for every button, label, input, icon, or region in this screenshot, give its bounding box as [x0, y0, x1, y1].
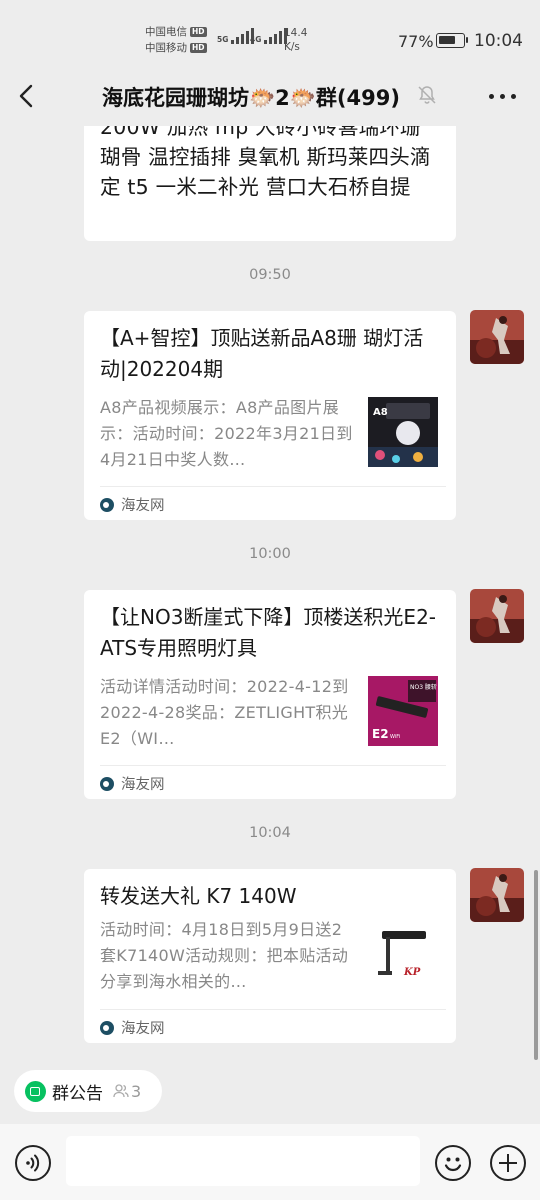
battery-percent: 77%: [398, 32, 434, 51]
timestamp: 10:04: [249, 825, 291, 841]
member-count: 3: [131, 1081, 142, 1101]
source-name: 海友网: [121, 1021, 165, 1037]
timestamp: 09:50: [249, 267, 291, 283]
avatar[interactable]: [470, 310, 524, 364]
chat-title[interactable]: 海底花园珊瑚坊🐡2🐡群(499): [102, 82, 400, 112]
card-divider: [100, 765, 446, 766]
card-description: 活动时间：4月18日到5月9日送2套K7140W活动规则：把本贴活动分享到海水相…: [100, 920, 349, 991]
hd-badge: HD: [190, 43, 207, 53]
avatar[interactable]: [470, 868, 524, 922]
card-source: 海友网: [100, 1017, 165, 1038]
message-bubble[interactable]: 200W 加热 mp 大砖小砖喜瑞环珊瑚骨 温控插排 臭氧机 斯玛莱四头滴定 t…: [84, 126, 456, 241]
source-name: 海友网: [121, 498, 165, 514]
carrier-1: 中国电信: [145, 26, 187, 38]
scrollbar[interactable]: [534, 870, 538, 1060]
link-card[interactable]: 转发送大礼 K7 140W 活动时间：4月18日到5月9日送2套K7140W活动…: [84, 869, 456, 1043]
status-bar: 中国电信 HD 中国移动 HD 5G 4G 14.4 K/s 77% 10:04: [0, 0, 540, 68]
carrier-2: 中国移动: [145, 42, 187, 54]
source-name: 海友网: [121, 777, 165, 793]
source-logo-icon: [100, 497, 114, 512]
group-notice-label: 群公告: [52, 1083, 103, 1104]
bell-off-icon: [416, 84, 438, 106]
card-source: 海友网: [100, 773, 165, 794]
message-input[interactable]: [66, 1136, 420, 1186]
card-thumbnail: KP: [368, 919, 438, 989]
signal-4g-icon: 4G: [250, 28, 288, 44]
svg-text:E2: E2: [372, 727, 389, 741]
more-horizontal-icon[interactable]: [482, 82, 522, 110]
card-title: 【让NO3断崖式下降】顶楼送积光E2-ATS专用照明灯具: [100, 605, 437, 660]
source-logo-icon: [100, 776, 114, 791]
people-icon: [113, 1083, 129, 1099]
group-notice-button[interactable]: 群公告 3: [14, 1070, 162, 1112]
link-card[interactable]: 【让NO3断崖式下降】顶楼送积光E2-ATS专用照明灯具 活动详情活动时间：20…: [84, 590, 456, 799]
input-bar: [0, 1124, 540, 1200]
link-card[interactable]: 【A+智控】顶贴送新品A8珊 瑚灯活动|202204期 A8产品视频展示：A8产…: [84, 311, 456, 520]
svg-text:A8: A8: [373, 407, 388, 418]
announcement-icon: [25, 1080, 46, 1102]
signal-5g-icon: 5G: [217, 28, 255, 44]
nav-bar: 海底花园珊瑚坊🐡2🐡群(499): [0, 68, 540, 126]
network-speed: 14.4 K/s: [284, 27, 308, 53]
svg-text:WiFi: WiFi: [390, 734, 400, 740]
card-thumbnail: A8: [368, 397, 438, 467]
message-text: 200W 加热 mp 大砖小砖喜瑞环珊瑚骨 温控插排 臭氧机 斯玛莱四头滴定 t…: [100, 126, 431, 199]
chat-message-list[interactable]: 200W 加热 mp 大砖小砖喜瑞环珊瑚骨 温控插排 臭氧机 斯玛莱四头滴定 t…: [0, 126, 540, 1060]
voice-icon[interactable]: [15, 1145, 51, 1181]
card-title: 【A+智控】顶贴送新品A8珊 瑚灯活动|202204期: [100, 326, 424, 381]
chevron-left-icon[interactable]: [14, 80, 42, 112]
card-description: A8产品视频展示：A8产品图片展示：活动时间：2022年3月21日到4月21日中…: [100, 398, 353, 469]
source-logo-icon: [100, 1020, 114, 1035]
avatar[interactable]: [470, 589, 524, 643]
card-divider: [100, 486, 446, 487]
carrier-info: 中国电信 HD 中国移动 HD: [145, 24, 207, 56]
card-divider: [100, 1009, 446, 1010]
hd-badge: HD: [190, 27, 207, 37]
card-title: 转发送大礼 K7 140W: [100, 884, 297, 908]
timestamp: 10:00: [249, 546, 291, 562]
plus-icon[interactable]: [490, 1145, 526, 1181]
card-source: 海友网: [100, 494, 165, 515]
svg-text:NO3 腰斩 50不要用: NO3 腰斩 50不要用: [410, 683, 438, 691]
battery-icon: [436, 33, 468, 48]
clock: 10:04: [474, 31, 523, 51]
svg-text:KP: KP: [403, 967, 421, 978]
card-thumbnail: NO3 腰斩 50不要用 E2WiFi: [368, 676, 438, 746]
emoji-icon[interactable]: [435, 1145, 471, 1181]
card-description: 活动详情活动时间：2022-4-12到2022-4-28奖品：ZETLIGHT积…: [100, 677, 349, 748]
